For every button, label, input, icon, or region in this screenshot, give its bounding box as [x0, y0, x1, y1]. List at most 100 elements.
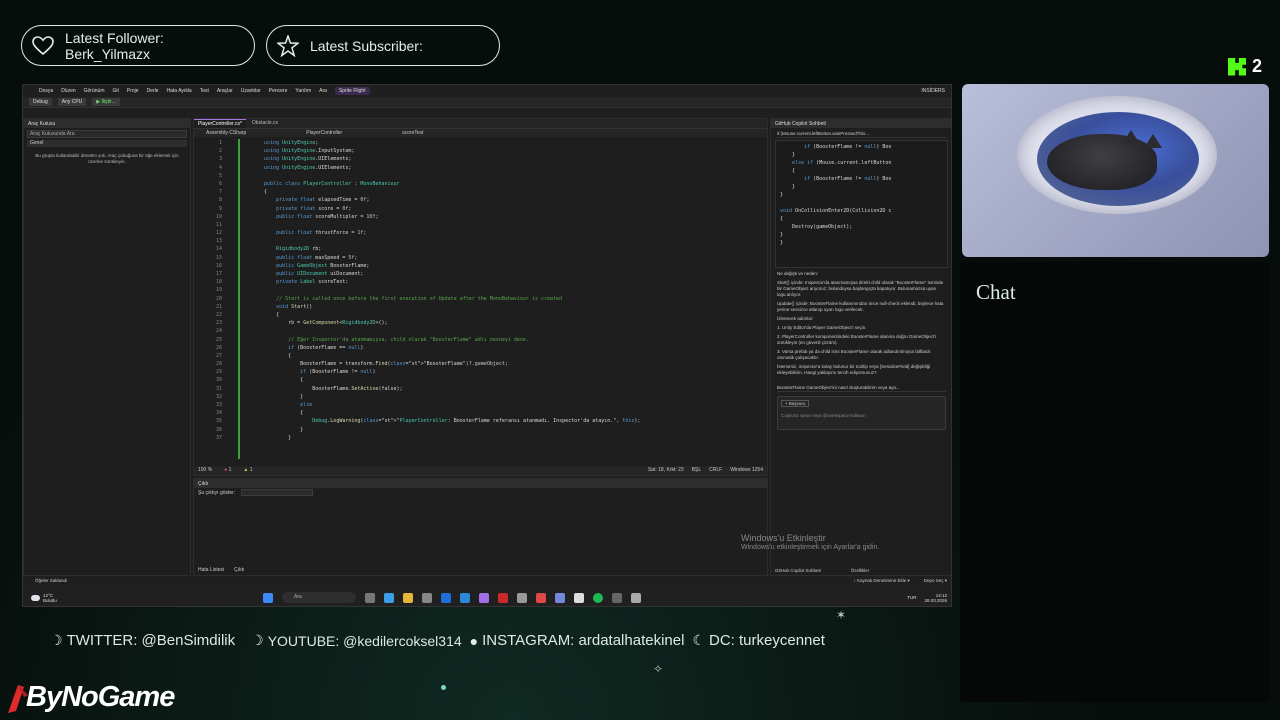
code-line[interactable]: 30 { [194, 376, 767, 384]
code-line[interactable]: 33 else [194, 401, 767, 409]
warning-count[interactable]: ▲ 1 [243, 466, 252, 475]
menu-hata-ayikla[interactable]: Hata Ayıkla [167, 88, 192, 94]
code-line[interactable]: 1 using UnityEngine; [194, 139, 767, 147]
toolbox-search-input[interactable]: Araç Kutusunda Ara [27, 130, 187, 138]
menu-uzantilar[interactable]: Uzantılar [241, 88, 261, 94]
select-repository[interactable]: Depo Seç ▾ [924, 578, 947, 584]
menu-test[interactable]: Test [200, 88, 209, 94]
language-indicator[interactable]: TUR [907, 595, 916, 600]
line-number: 36 [215, 426, 222, 433]
code-line[interactable]: 16 public GameObject BoosterFlame; [194, 262, 767, 270]
code-line[interactable]: 25 // Eğer Inspector'da atanmamışsa, chi… [194, 336, 767, 344]
copilot-code-line: if (BoosterFlame != null) Boo [804, 176, 892, 182]
output-source-select[interactable] [241, 489, 314, 496]
code-line[interactable]: 19 [194, 286, 767, 294]
tab-output[interactable]: Çıktı [234, 567, 244, 573]
outlook-icon[interactable] [441, 592, 451, 603]
code-line[interactable]: 20 // Start is called once before the fi… [194, 295, 767, 303]
rider-icon[interactable] [498, 592, 508, 603]
visual-studio-icon[interactable] [479, 592, 489, 603]
chrome-icon[interactable] [574, 592, 584, 603]
menu-dosya[interactable]: Dosya [39, 88, 53, 94]
menu-araclar[interactable]: Araçlar [217, 88, 233, 94]
code-line[interactable]: 28 BoosterFlame = transform.Find(class="… [194, 360, 767, 368]
nav-assembly[interactable]: Assembly-CSharp [206, 129, 246, 137]
copilot-input[interactable]: + Başvuru Copilot'a sorun veya @workspac… [777, 396, 946, 430]
encoding[interactable]: Windows 1254 [730, 466, 763, 475]
discord-app-icon[interactable] [555, 592, 565, 603]
menu-pencere[interactable]: Pencere [269, 88, 288, 94]
code-line[interactable]: 29 if (BoosterFlame != null) [194, 368, 767, 376]
task-view-icon[interactable] [365, 592, 375, 603]
start-icon[interactable] [263, 592, 273, 603]
line-number: 11 [215, 221, 222, 228]
clock[interactable]: 14:12 28.03.2026 [924, 593, 947, 603]
code-line[interactable]: 31 BoosterFlame.SetActive(false); [194, 385, 767, 393]
code-line[interactable]: 21 void Start() [194, 303, 767, 311]
menu-proje[interactable]: Proje [127, 88, 139, 94]
code-line[interactable]: 15 public float maxSpeed = 5f; [194, 254, 767, 262]
code-line[interactable]: 26 if (BoosterFlame == null) [194, 344, 767, 352]
menu-gorunum[interactable]: Görünüm [84, 88, 105, 94]
code-line[interactable]: 24 [194, 327, 767, 335]
tab-error-list[interactable]: Hata Listesi [198, 567, 224, 573]
code-line[interactable]: 34 { [194, 409, 767, 417]
attach-button[interactable]: ▶ İliştir... [92, 98, 120, 106]
code-line[interactable]: 8 private float elapsedTime = 0f; [194, 196, 767, 204]
code-line[interactable]: 2 using UnityEngine.InputSystem; [194, 147, 767, 155]
platform-dropdown[interactable]: Any CPU [57, 98, 87, 106]
code-text: // Eğer Inspector'da atanmamışsa, child … [252, 336, 529, 343]
steam-icon[interactable] [612, 592, 622, 603]
code-line[interactable]: 14 Rigidbody2D rb; [194, 245, 767, 253]
obs-icon[interactable] [536, 592, 546, 603]
menu-yardim[interactable]: Yardım [295, 88, 311, 94]
code-line[interactable]: 6 public class PlayerController : MonoBe… [194, 180, 767, 188]
code-line[interactable]: 37 } [194, 434, 767, 442]
add-to-source-control[interactable]: ↑ Kaynak Denetimine Ekle ▾ [854, 578, 910, 584]
taskbar-search[interactable]: Ara [282, 592, 356, 603]
nav-class[interactable]: PlayerController [306, 129, 342, 137]
code-line[interactable]: 4 using UnityEngine.UIElements; [194, 164, 767, 172]
toolbox-group-general[interactable]: Genel [27, 140, 187, 147]
menu-ara[interactable]: Ara [319, 88, 327, 94]
weather-widget[interactable]: 12°C Bulutlu [23, 593, 263, 603]
tab-properties[interactable]: Özellikler [851, 568, 870, 573]
tab-copilot-chat[interactable]: GitHub Copilot Sohbeti [775, 568, 821, 573]
store-icon[interactable] [422, 592, 432, 603]
config-dropdown[interactable]: Debug [29, 98, 52, 106]
code-line[interactable]: 36 } [194, 426, 767, 434]
spotify-icon[interactable] [593, 592, 603, 603]
nav-member[interactable]: scoreText [402, 129, 423, 137]
code-line[interactable]: 32 } [194, 393, 767, 401]
tab-obstacle[interactable]: Obstacle.cs [248, 119, 282, 128]
code-line[interactable]: 11 [194, 221, 767, 229]
menu-derle[interactable]: Derle [147, 88, 159, 94]
zoom-level[interactable]: 100 % [198, 466, 212, 475]
file-explorer-icon[interactable] [403, 592, 413, 603]
vscode-icon[interactable] [460, 592, 470, 603]
code-line[interactable]: 10 public float scoreMultipler = 10f; [194, 213, 767, 221]
code-area[interactable]: 1 using UnityEngine; 2 using UnityEngine.… [194, 137, 767, 442]
menu-duzen[interactable]: Düzen [61, 88, 75, 94]
code-line[interactable]: 12 public float thrustForce = 1f; [194, 229, 767, 237]
menu-git[interactable]: Git [112, 88, 118, 94]
code-line[interactable]: 35 Debug.LogWarning(class="st">"PlayerCo… [194, 417, 767, 425]
line-ending[interactable]: CRLF [709, 466, 722, 475]
add-reference-button[interactable]: + Başvuru [781, 400, 810, 407]
tab-playercontroller[interactable]: PlayerController.cs* [194, 119, 246, 128]
code-line[interactable]: 9 private float score = 0f; [194, 205, 767, 213]
code-line[interactable]: 13 [194, 237, 767, 245]
code-line[interactable]: 5 [194, 172, 767, 180]
vs-menubar: Dosya Düzen Görünüm Git Proje Derle Hata… [23, 85, 951, 97]
error-count[interactable]: ● 1 [224, 466, 231, 475]
settings-app-icon[interactable] [631, 592, 641, 603]
code-line[interactable]: 17 public UIDocument uiDocument; [194, 270, 767, 278]
edge-icon[interactable] [384, 592, 394, 603]
unity-icon[interactable] [517, 592, 527, 603]
code-line[interactable]: 3 using UnityEngine.UIElements; [194, 155, 767, 163]
code-line[interactable]: 18 private Label scoreText; [194, 278, 767, 286]
code-line[interactable]: 22 { [194, 311, 767, 319]
code-line[interactable]: 23 rb = GetComponent<Rigidbody2D>(); [194, 319, 767, 327]
code-line[interactable]: 7 { [194, 188, 767, 196]
code-line[interactable]: 27 { [194, 352, 767, 360]
